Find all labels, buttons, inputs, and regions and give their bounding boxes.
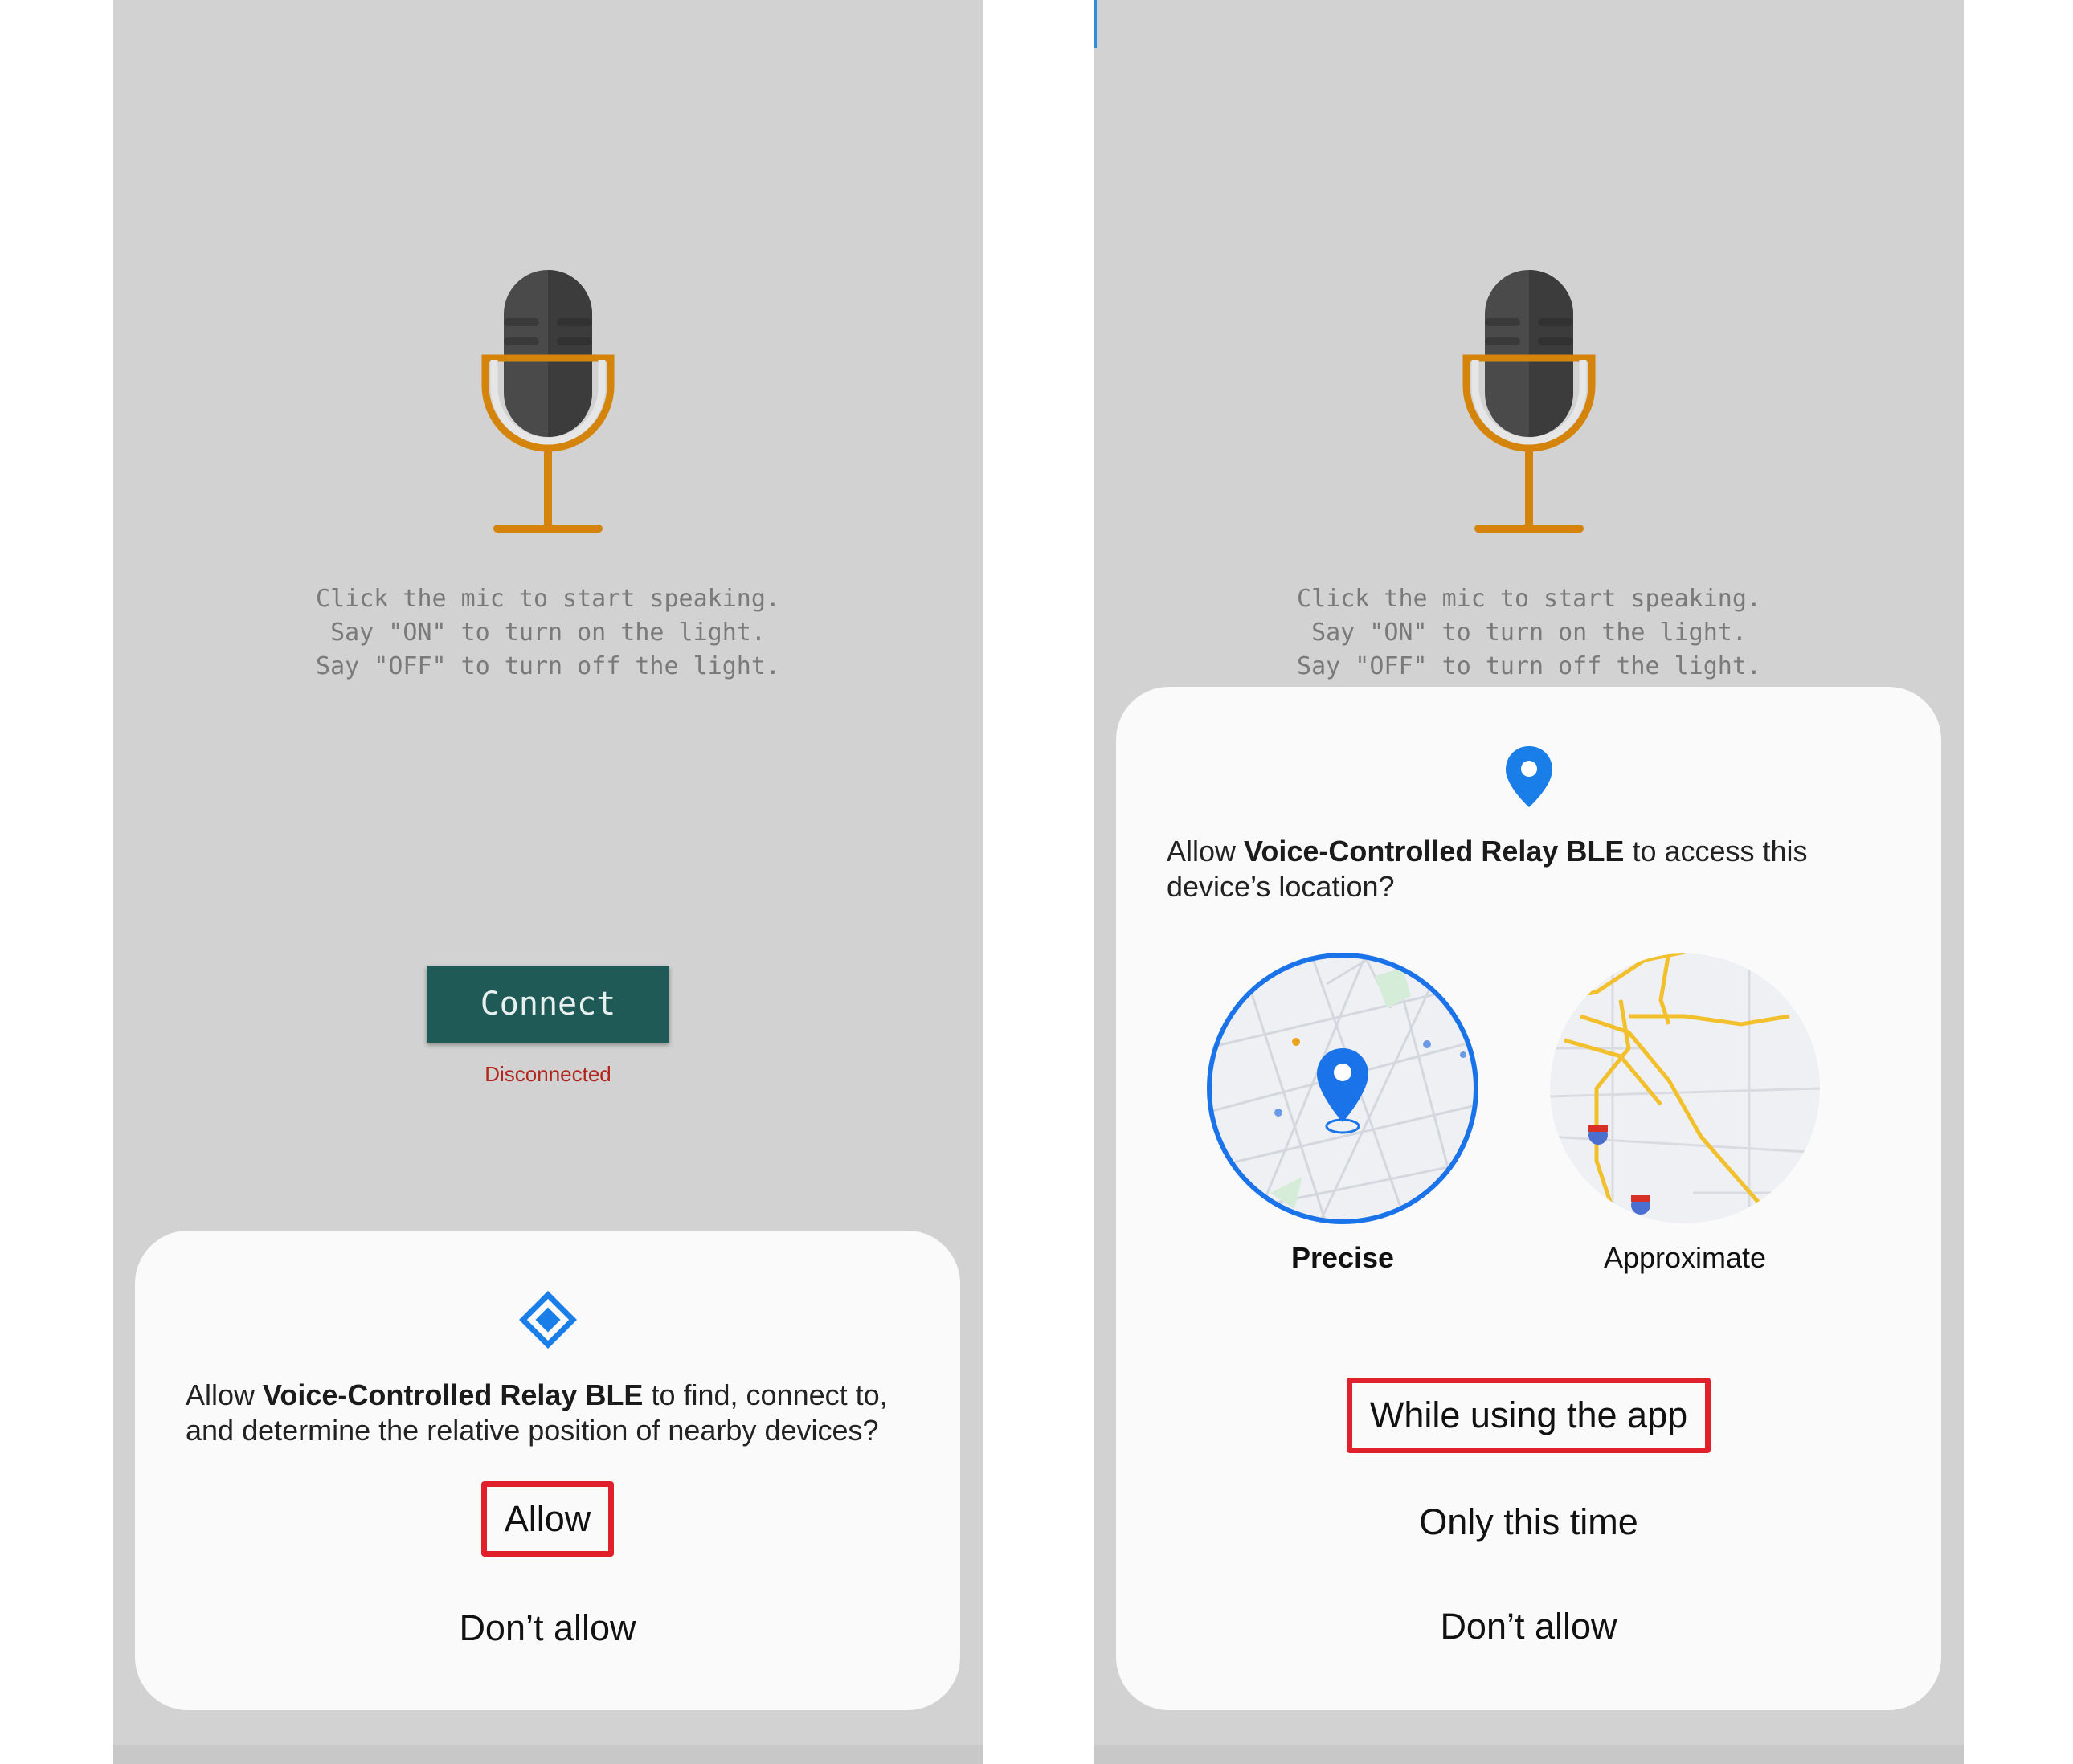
only-this-time-button[interactable]: Only this time	[1401, 1490, 1656, 1554]
precise-map-icon	[1207, 953, 1478, 1224]
approximate-label: Approximate	[1603, 1241, 1767, 1274]
location-pin-icon	[1505, 746, 1552, 807]
instruction-line: Click the mic to start speaking.	[316, 585, 780, 613]
approximate-location-option[interactable]: Approximate	[1548, 952, 1822, 1289]
instructions-text: Click the mic to start speaking. Say "ON…	[113, 582, 983, 684]
nearby-devices-permission-dialog: Allow Voice-Controlled Relay BLE to find…	[135, 1231, 960, 1710]
dont-allow-button[interactable]: Don’t allow	[441, 1596, 653, 1660]
instruction-line: Say "ON" to turn on the light.	[1311, 619, 1747, 647]
instructions-text: Click the mic to start speaking. Say "ON…	[1094, 582, 1964, 684]
microphone-icon[interactable]	[476, 265, 620, 538]
precise-label: Precise	[1290, 1241, 1395, 1274]
navigation-bar	[113, 1745, 983, 1764]
microphone-icon[interactable]	[1457, 265, 1601, 538]
dialog-message-prefix: Allow	[1167, 835, 1245, 868]
allow-button[interactable]: Allow	[480, 1481, 615, 1557]
instruction-line: Say "OFF" to turn off the light.	[316, 652, 780, 680]
instruction-line: Click the mic to start speaking.	[1297, 585, 1761, 613]
edge-indicator	[1094, 0, 1097, 48]
app-name: Voice-Controlled Relay BLE	[263, 1378, 644, 1411]
app-name: Voice-Controlled Relay BLE	[1244, 835, 1625, 868]
approximate-map-icon	[1550, 953, 1820, 1223]
left-screen: Click the mic to start speaking. Say "ON…	[113, 0, 983, 1764]
dont-allow-button[interactable]: Don’t allow	[1422, 1595, 1634, 1659]
deny-button-row: Don’t allow	[1116, 1595, 1941, 1659]
nearby-devices-icon	[518, 1291, 577, 1349]
dialog-message-prefix: Allow	[186, 1378, 264, 1411]
right-screen: Click the mic to start speaking. Say "ON…	[1094, 0, 1964, 1764]
instruction-line: Say "ON" to turn on the light.	[330, 619, 766, 647]
instruction-line: Say "OFF" to turn off the light.	[1297, 652, 1761, 680]
allow-button-row: Allow	[135, 1481, 960, 1557]
dialog-message: Allow Voice-Controlled Relay BLE to find…	[186, 1378, 920, 1448]
only-this-time-button-row: Only this time	[1116, 1490, 1941, 1554]
while-using-button-row: While using the app	[1116, 1378, 1941, 1453]
while-using-the-app-button[interactable]: While using the app	[1346, 1378, 1711, 1453]
location-permission-dialog: Allow Voice-Controlled Relay BLE to acce…	[1116, 687, 1941, 1710]
dialog-message: Allow Voice-Controlled Relay BLE to acce…	[1167, 834, 1901, 904]
navigation-bar	[1094, 1745, 1964, 1764]
precise-location-option[interactable]: Precise	[1206, 952, 1479, 1289]
connection-status: Disconnected	[485, 1062, 611, 1086]
deny-button-row: Don’t allow	[135, 1596, 960, 1660]
connect-button[interactable]: Connect	[427, 966, 669, 1043]
